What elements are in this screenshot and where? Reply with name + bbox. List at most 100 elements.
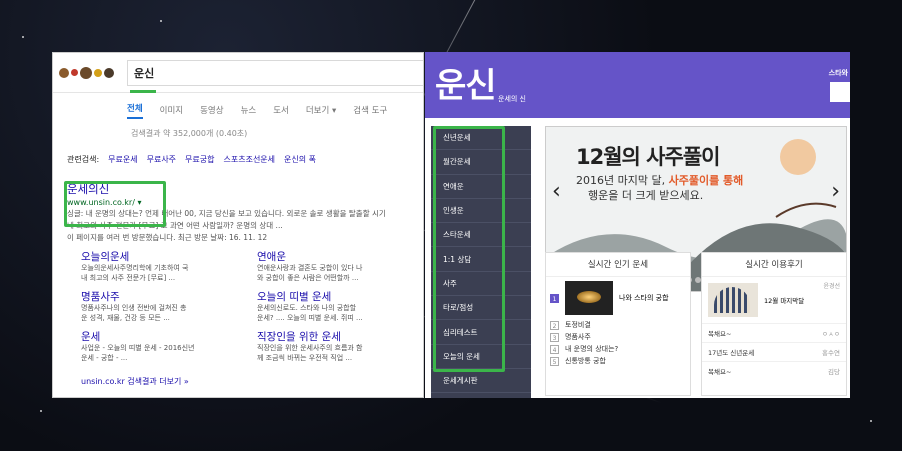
sitelink-desc: 운세 - 궁합 - ... xyxy=(81,353,128,362)
sitelink: 연애운 연애운사랑과 결혼도 궁합이 있다 나 와 궁합이 좋은 사람은 어떤할… xyxy=(257,249,411,283)
site-logo-subtitle: 운세의 신 xyxy=(498,95,526,103)
banner-subtitle-text: 2016년 마지막 달, xyxy=(576,174,669,187)
popular-item[interactable]: 5 신통방통 궁합 xyxy=(546,355,690,367)
google-search-panel: 운신 전체 이미지 동영상 뉴스 도서 더보기 ▾ 검색 도구 검색결과 약 3… xyxy=(52,52,424,398)
rank-badge: 2 xyxy=(550,320,559,330)
banner-subtitle-line2: 행운을 더 크게 받으세요. xyxy=(588,189,704,202)
sun-shape xyxy=(780,139,816,175)
result-stats: 검색결과 약 352,000개 (0.40초) xyxy=(131,129,248,138)
tab-videos[interactable]: 동영상 xyxy=(200,104,223,116)
sitelink-desc: 사업운 - 오늘의 띠별 운세 - 2016신년 xyxy=(81,344,195,352)
rank-badge: 3 xyxy=(550,332,559,342)
review-author: 김당 xyxy=(828,368,840,376)
related-link[interactable]: 운신의 폭 xyxy=(284,154,316,165)
review-row[interactable]: 17년도 신년운세 홍수연 xyxy=(702,342,846,361)
sitelink-title[interactable]: 연애운 xyxy=(257,249,411,264)
sitelink-title[interactable]: 오늘의운세 xyxy=(81,249,235,264)
site-logo[interactable]: 운신 xyxy=(435,58,497,107)
related-link[interactable]: 무료궁합 xyxy=(185,154,214,165)
header-star-link[interactable]: 스타와 xyxy=(829,68,848,78)
review-author: 홍수연 xyxy=(822,349,840,357)
sitelink-desc: 명품사주나의 인생 전반에 걸쳐진 총 xyxy=(81,304,187,312)
review-row[interactable]: 복채요~ 김당 xyxy=(702,361,846,380)
popular-thumbnail xyxy=(565,281,613,315)
related-label: 관련검색: xyxy=(67,155,100,164)
sitelink-desc: 와 궁합이 좋은 사람은 어떤할까 ... xyxy=(257,273,359,282)
sitelink-desc: 께 조금씩 바뀌는 우전적 직업 ... xyxy=(257,353,353,362)
tab-more[interactable]: 더보기 ▾ xyxy=(306,104,336,116)
popular-item-title: 나와 스타의 궁합 xyxy=(619,294,669,302)
review-feature-caption: 12월 마지막달 xyxy=(764,297,805,305)
review-author: ㅇㅅㅇ xyxy=(822,330,840,338)
google-doodle-logo[interactable] xyxy=(59,58,117,88)
sitelink-title[interactable]: 직장인을 위한 운세 xyxy=(257,329,411,344)
card-title: 실시간 인기 운세 xyxy=(546,253,690,277)
star xyxy=(22,36,24,38)
green-highlight-box xyxy=(433,126,505,372)
review-feature[interactable]: 12월 마지막달 윤경선 xyxy=(702,277,846,323)
header-search-box[interactable] xyxy=(830,82,850,102)
tab-search-tools[interactable]: 검색 도구 xyxy=(353,104,387,116)
sitelink-desc: 오늘의운세사주명리학에 기초하여 국 xyxy=(81,264,189,272)
sitelink: 직장인을 위한 운세 직장인을 위한 운세사주의 흐름과 함 께 조금씩 바뀌는… xyxy=(257,329,411,363)
sitelink-desc: 운세? .... 오늘의 띠별 운세. 쥐띠 ... xyxy=(257,313,363,322)
search-query-text: 운신 xyxy=(134,66,155,80)
banner-subtitle-emphasis: 사주풀이를 통해 xyxy=(668,174,744,187)
chevron-left-icon[interactable]: ‹ xyxy=(552,179,561,204)
review-row[interactable]: 복채요~ ㅇㅅㅇ xyxy=(702,323,846,342)
popular-fortune-card: 실시간 인기 운세 1 나와 스타의 궁합 2 토정비결 3 명품사주 4 내 운명의… xyxy=(545,252,691,396)
banner-title: 12월의 사주풀이 xyxy=(576,145,720,169)
rank-badge: 1 xyxy=(550,293,559,303)
related-link[interactable]: 무료사주 xyxy=(147,154,176,165)
rank-badge: 4 xyxy=(550,344,559,354)
popular-item-title: 신통방통 궁합 xyxy=(565,357,606,365)
popular-item-title: 토정비결 xyxy=(565,321,591,329)
tab-all[interactable]: 전체 xyxy=(127,102,143,119)
sitelink-title[interactable]: 오늘의 띠별 운세 xyxy=(257,289,411,304)
review-text: 복채요~ xyxy=(708,368,732,376)
sitelink: 오늘의운세 오늘의운세사주명리학에 기초하여 국 내 최고의 사주 전문가 [무… xyxy=(81,249,235,283)
review-text: 17년도 신년운세 xyxy=(708,349,755,357)
sitelink-desc: 내 최고의 사주 전문가 [무료] ... xyxy=(81,273,176,282)
search-tabs: 전체 이미지 동영상 뉴스 도서 더보기 ▾ 검색 도구 xyxy=(127,99,423,121)
review-feature-author: 윤경선 xyxy=(823,283,840,290)
sitelink-title[interactable]: 명품사주 xyxy=(81,289,235,304)
star xyxy=(160,20,162,22)
related-searches: 관련검색: 무료운세 무료사주 무료궁합 스포츠조선운세 운신의 폭 xyxy=(67,154,423,165)
unsin-site-panel: 운신 운세의 신 스타와 신년운세 월간운세 연애운 인생운 스타운세 1:1 … xyxy=(425,52,850,398)
popular-item[interactable]: 2 토정비결 xyxy=(546,319,690,331)
tab-books[interactable]: 도서 xyxy=(273,104,289,116)
search-input[interactable]: 운신 xyxy=(127,59,423,93)
chevron-right-icon[interactable]: › xyxy=(831,179,840,204)
sitelink: 오늘의 띠별 운세 운세의신로도. 스타와 나의 궁합할 운세? .... 오늘… xyxy=(257,289,411,323)
site-header: 운신 운세의 신 스타와 xyxy=(425,52,850,118)
related-link[interactable]: 스포츠조선운세 xyxy=(224,154,276,165)
branch-shape xyxy=(775,202,837,218)
review-thumbnail xyxy=(708,283,758,317)
sitelink-desc: 운 성격, 재물, 건강 등 모든 ... xyxy=(81,313,170,322)
popular-item-title: 명품사주 xyxy=(565,333,591,341)
related-link[interactable]: 무료운세 xyxy=(108,154,137,165)
sitelinks: 오늘의운세 오늘의운세사주명리학에 기초하여 국 내 최고의 사주 전문가 [무… xyxy=(81,249,411,363)
more-results-link[interactable]: unsin.co.kr 검색결과 더보기 » xyxy=(81,376,189,387)
popular-item[interactable]: 1 나와 스타의 궁합 xyxy=(546,277,690,319)
tab-news[interactable]: 뉴스 xyxy=(241,104,257,116)
rank-badge: 5 xyxy=(550,356,559,366)
banner-subtitle: 2016년 마지막 달, 사주풀이를 통해 xyxy=(576,172,743,188)
search-result: 운세의신 www.unsin.co.kr/ ▾ 싱글: 내 운명의 상대는? 언… xyxy=(61,181,417,243)
card-title: 실시간 이용후기 xyxy=(702,253,846,277)
sitelink: 명품사주 명품사주나의 인생 전반에 걸쳐진 총 운 성격, 재물, 건강 등 … xyxy=(81,289,235,323)
sitelink-desc: 직장인을 위한 운세사주의 흐름과 함 xyxy=(257,344,363,352)
reviews-card: 실시간 이용후기 12월 마지막달 윤경선 복채요~ ㅇㅅㅇ 17년도 신년운세 홍… xyxy=(701,252,847,396)
popular-item[interactable]: 4 내 운명의 상대는? xyxy=(546,343,690,355)
sitelink-desc: 운세의신로도. 스타와 나의 궁합할 xyxy=(257,304,357,312)
tab-images[interactable]: 이미지 xyxy=(160,104,183,116)
popular-item[interactable]: 3 명품사주 xyxy=(546,331,690,343)
review-text: 복채요~ xyxy=(708,330,732,338)
star xyxy=(40,410,42,412)
google-header: 운신 xyxy=(53,53,423,93)
sitelink-desc: 연애운사랑과 결혼도 궁합이 있다 나 xyxy=(257,264,363,272)
popular-item-title: 내 운명의 상대는? xyxy=(565,345,619,353)
nav-item[interactable]: 운세게시판 xyxy=(431,369,531,394)
sitelink-title[interactable]: 운세 xyxy=(81,329,235,344)
